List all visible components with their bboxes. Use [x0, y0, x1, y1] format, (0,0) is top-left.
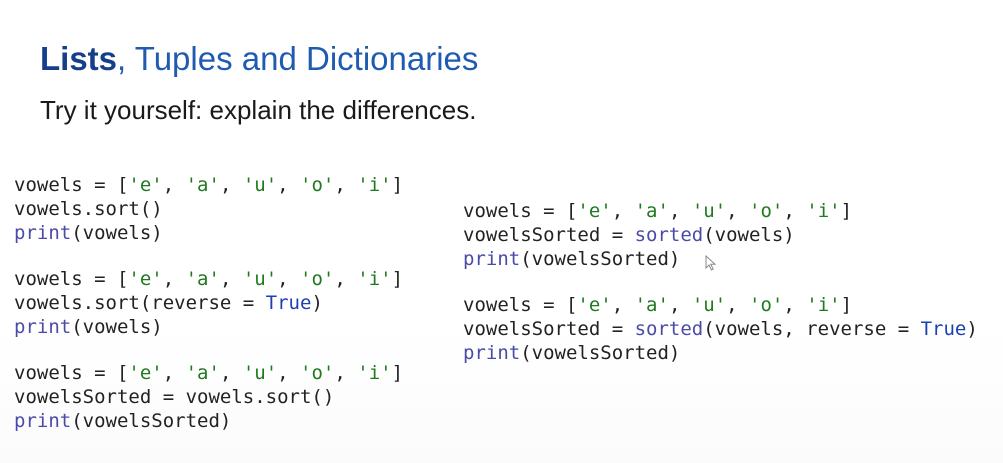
code-line: vowelsSorted = sorted(vowels) [463, 224, 795, 246]
slide-subtitle: Try it yourself: explain the differences… [40, 95, 477, 125]
code-line: vowels = ['e', 'a', 'u', 'o', 'i'] [463, 200, 853, 222]
code-block-right: vowels = ['e', 'a', 'u', 'o', 'i'] vowels… [463, 199, 978, 365]
code-line: vowels = ['e', 'a', 'u', 'o', 'i'] [14, 268, 404, 290]
code-line: vowels = ['e', 'a', 'u', 'o', 'i'] [463, 294, 853, 316]
code-line: vowels.sort(reverse = True) [14, 292, 323, 314]
code-line: print(vowels) [14, 222, 163, 244]
code-block-left: vowels = ['e', 'a', 'u', 'o', 'i'] vowels… [14, 173, 403, 433]
code-line: vowels = ['e', 'a', 'u', 'o', 'i'] [14, 174, 404, 196]
code-line: vowels.sort() [14, 198, 163, 220]
code-line: print(vowelsSorted) [14, 410, 232, 432]
mouse-pointer-icon [705, 255, 717, 271]
slide-title: Lists, Tuples and Dictionaries [40, 40, 478, 78]
slide-title-rest: , Tuples and Dictionaries [117, 40, 479, 77]
code-line: vowelsSorted = sorted(vowels, reverse = … [463, 318, 978, 340]
slide: Lists, Tuples and Dictionaries Try it yo… [0, 0, 1003, 463]
code-gap [14, 245, 403, 267]
code-gap [14, 339, 403, 361]
code-line: vowelsSorted = vowels.sort() [14, 386, 335, 408]
slide-title-bold: Lists [40, 40, 118, 77]
code-line: print(vowels) [14, 316, 163, 338]
code-line: vowels = ['e', 'a', 'u', 'o', 'i'] [14, 362, 404, 384]
code-gap [463, 271, 978, 293]
code-line: print(vowelsSorted) [463, 342, 681, 364]
code-line: print(vowelsSorted) [463, 248, 681, 270]
